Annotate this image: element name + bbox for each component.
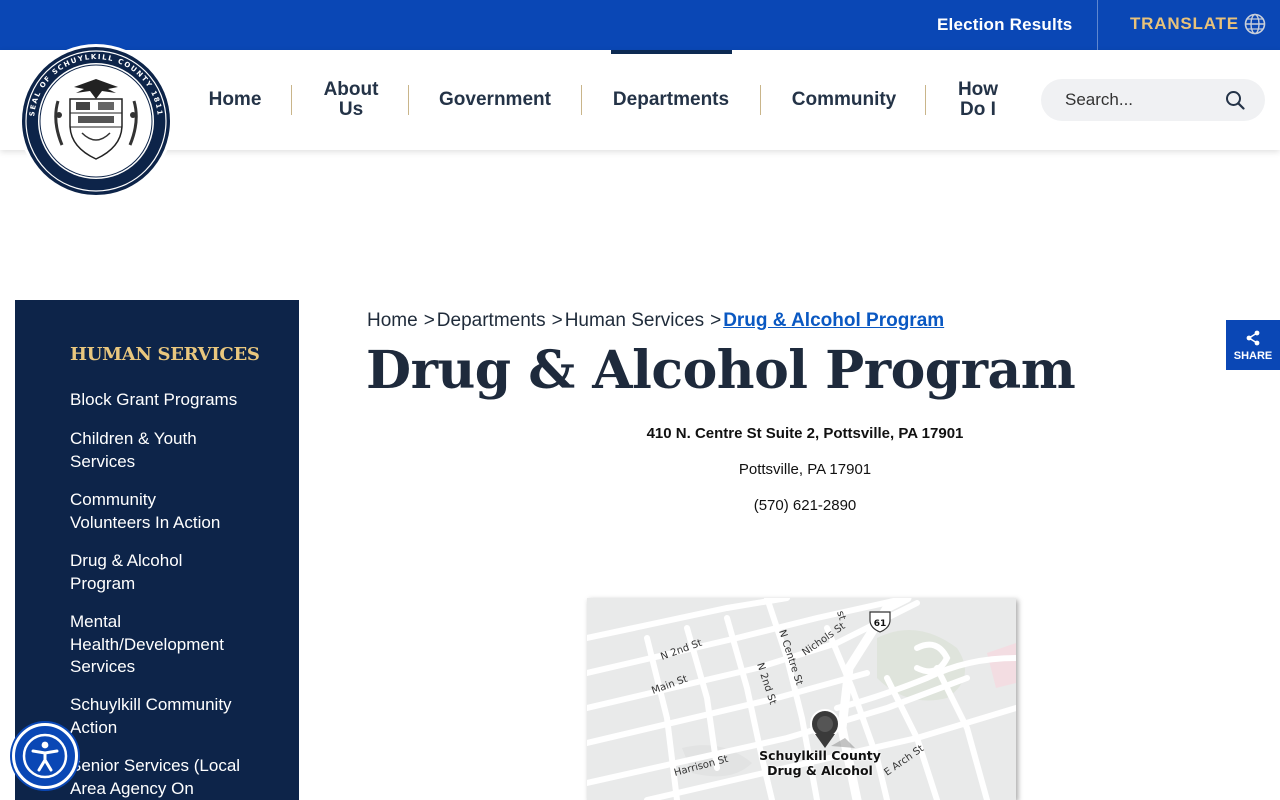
sidebar-title: HUMAN SERVICES: [70, 344, 260, 365]
search-box[interactable]: Search...: [1041, 79, 1265, 121]
search-icon[interactable]: [1225, 90, 1245, 110]
sidebar-item-children-youth[interactable]: Children & Youth Services: [70, 428, 260, 473]
breadcrumb-separator: >: [551, 310, 563, 331]
nav-how-do-i-label: How Do I: [957, 79, 999, 120]
globe-icon[interactable]: [1244, 13, 1266, 35]
page-title: Drug & Alcohol Program: [366, 340, 1076, 401]
breadcrumb-separator: >: [710, 310, 722, 331]
map-canvas[interactable]: N 2nd St Main St N Centre St N 2nd St Ni…: [587, 598, 1016, 800]
accessibility-button[interactable]: [12, 723, 78, 789]
nav-about-us-label: About Us: [323, 79, 379, 120]
search-input[interactable]: Search...: [1065, 90, 1133, 110]
accessibility-icon: [22, 733, 68, 779]
translate-button[interactable]: TRANSLATE: [1130, 14, 1239, 34]
utility-bar: Election Results TRANSLATE: [0, 0, 1280, 50]
nav-government[interactable]: Government: [430, 50, 560, 150]
nav-departments[interactable]: Departments: [606, 50, 736, 150]
nav-divider: [291, 85, 292, 115]
share-button[interactable]: SHARE: [1226, 320, 1280, 370]
utility-divider: [1097, 0, 1098, 50]
breadcrumb-human-services[interactable]: Human Services: [565, 310, 704, 331]
share-label: SHARE: [1233, 350, 1273, 362]
location-map[interactable]: N 2nd St Main St N Centre St N 2nd St Ni…: [587, 598, 1016, 800]
phone-number[interactable]: (570) 621-2890: [585, 497, 1025, 514]
map-marker-label: Schuylkill County Drug & Alcohol: [759, 748, 881, 778]
sidebar-item-senior-services[interactable]: Senior Services (Local Area Agency On: [70, 755, 260, 800]
breadcrumb-home[interactable]: Home: [367, 310, 418, 331]
election-results-link[interactable]: Election Results: [937, 15, 1072, 35]
sidebar-item-drug-alcohol[interactable]: Drug & Alcohol Program: [70, 550, 220, 595]
nav-community[interactable]: Community: [780, 50, 908, 150]
route-shield-label: 61: [874, 619, 887, 629]
sidebar-item-community-action[interactable]: Schuylkill Community Action: [70, 694, 260, 739]
nav-divider: [581, 85, 582, 115]
share-icon: [1246, 330, 1260, 346]
breadcrumb-current[interactable]: Drug & Alcohol Program: [723, 310, 944, 331]
nav-how-do-i[interactable]: How Do I: [946, 50, 1010, 150]
nav-divider: [925, 85, 926, 115]
sidebar-item-mental-health[interactable]: Mental Health/Development Services: [70, 611, 250, 679]
address-line-2: Pottsville, PA 17901: [738, 461, 872, 478]
nav-divider: [760, 85, 761, 115]
breadcrumb-departments[interactable]: Departments: [437, 310, 546, 331]
county-seal-logo[interactable]: SEAL OF SCHUYLKILL COUNTY 1811 PENNSYLVA…: [18, 41, 174, 201]
sidebar-item-block-grant[interactable]: Block Grant Programs: [70, 389, 260, 412]
address-line-1: 410 N. Centre St Suite 2, Pottsville, PA…: [646, 425, 964, 442]
nav-home[interactable]: Home: [200, 50, 270, 150]
nav-about-us[interactable]: About Us: [316, 50, 386, 150]
breadcrumb-separator: >: [423, 310, 435, 331]
sidebar-item-community-volunteers[interactable]: Community Volunteers In Action: [70, 489, 240, 534]
nav-divider: [408, 85, 409, 115]
breadcrumb: Home > Departments > Human Services > Drug & A…: [367, 310, 944, 332]
